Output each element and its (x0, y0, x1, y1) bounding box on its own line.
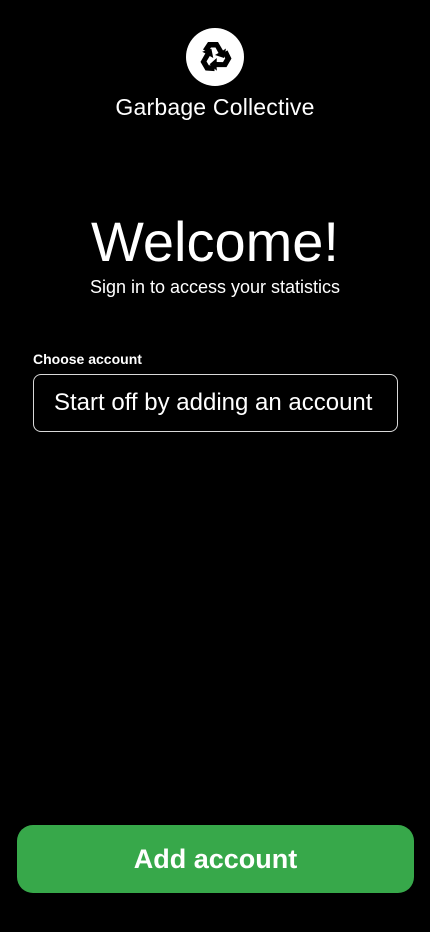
account-select-value: Start off by adding an account (54, 389, 373, 416)
app-name: Garbage Collective (115, 94, 315, 120)
welcome-subtitle: Sign in to access your statistics (89, 277, 341, 297)
sign-in-screen: Garbage Collective Welcome! Sign in to a… (0, 0, 430, 932)
choose-account-label: Choose account (33, 351, 142, 367)
recycle-logo (186, 28, 244, 86)
welcome-title: Welcome! (91, 210, 339, 273)
account-select[interactable]: Start off by adding an account (33, 374, 398, 432)
recycle-icon (200, 42, 232, 72)
add-account-button[interactable]: Add account (17, 825, 414, 893)
